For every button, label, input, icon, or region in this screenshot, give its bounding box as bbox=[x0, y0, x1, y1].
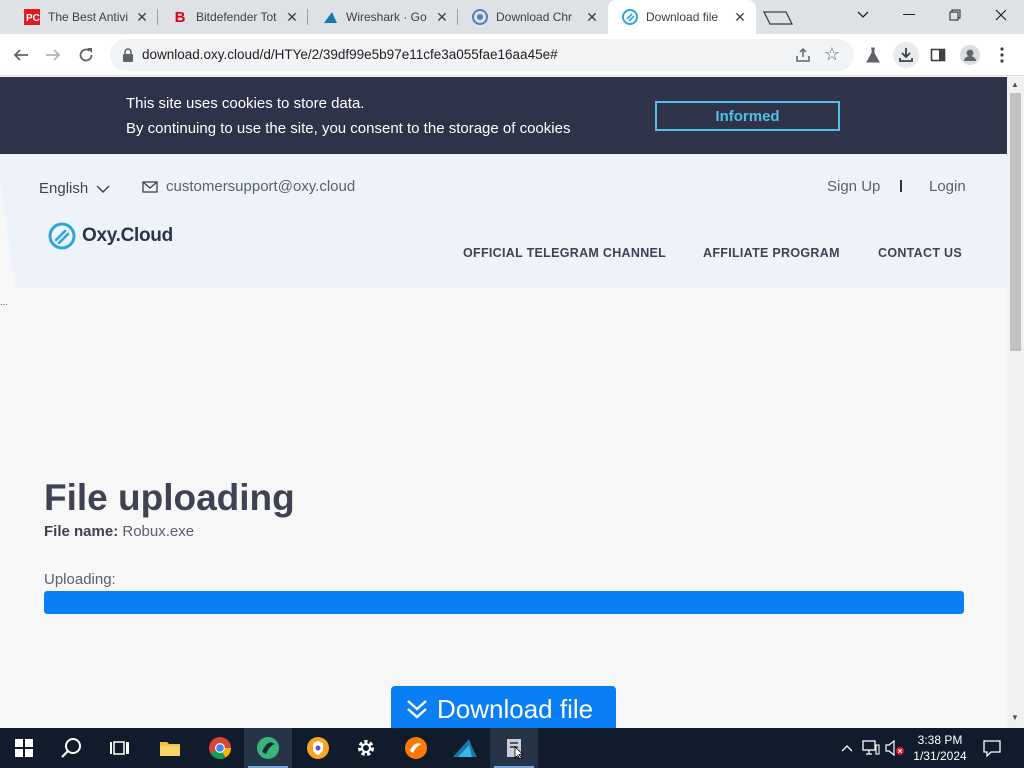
restore-button[interactable] bbox=[932, 0, 978, 30]
envelope-icon bbox=[142, 180, 158, 193]
signup-link[interactable]: Sign Up bbox=[827, 178, 880, 195]
forward-button[interactable] bbox=[40, 42, 66, 68]
system-clock[interactable]: 3:38 PM 1/31/2024 bbox=[906, 732, 974, 764]
chevron-down-icon bbox=[96, 184, 110, 193]
window-close-button[interactable] bbox=[978, 0, 1024, 30]
wireshark-app-icon[interactable] bbox=[441, 728, 489, 768]
site-logo[interactable]: Oxy.Cloud bbox=[48, 222, 173, 250]
page-title: File uploading bbox=[44, 477, 295, 518]
start-icon[interactable] bbox=[0, 728, 48, 768]
side-panel-icon[interactable] bbox=[925, 42, 951, 68]
tab-strip: PC The Best Antivi ✕ B Bitdefender Tot ✕… bbox=[0, 0, 1024, 34]
auth-divider bbox=[900, 180, 902, 192]
tab-download-chrome[interactable]: Download Chr ✕ bbox=[458, 0, 608, 34]
login-link[interactable]: Login bbox=[929, 178, 966, 195]
unknown-app-icon[interactable] bbox=[490, 728, 538, 768]
double-chevron-down-icon bbox=[407, 700, 427, 719]
nav-affiliate-program[interactable]: AFFILIATE PROGRAM bbox=[703, 246, 840, 260]
support-email-text: customersupport@oxy.cloud bbox=[166, 178, 356, 195]
profile-avatar-icon[interactable] bbox=[957, 42, 983, 68]
clock-time: 3:38 PM bbox=[917, 733, 963, 747]
support-email-link[interactable]: customersupport@oxy.cloud bbox=[142, 178, 355, 195]
upload-progress-bar bbox=[44, 591, 964, 614]
close-icon[interactable]: ✕ bbox=[284, 9, 300, 25]
brave-icon[interactable] bbox=[294, 728, 342, 768]
tab-wireshark[interactable]: Wireshark · Go ✕ bbox=[308, 0, 458, 34]
reload-button[interactable] bbox=[73, 42, 99, 68]
chrome-icon[interactable] bbox=[196, 728, 244, 768]
web-page: This site uses cookies to store data. By… bbox=[0, 77, 1007, 728]
svg-text:PC: PC bbox=[26, 13, 40, 24]
header-decor bbox=[0, 154, 15, 288]
tab-search-icon[interactable] bbox=[840, 0, 886, 30]
file-name-label: File name: bbox=[44, 523, 119, 540]
back-button[interactable] bbox=[8, 42, 34, 68]
minimize-button[interactable] bbox=[886, 0, 932, 30]
close-icon[interactable]: ✕ bbox=[584, 9, 600, 25]
language-selector[interactable]: English bbox=[39, 180, 110, 197]
stray-dots: ... bbox=[0, 297, 8, 307]
cookie-text-line2: By continuing to use the site, you conse… bbox=[126, 120, 571, 137]
upload-progress-fill bbox=[44, 591, 964, 614]
download-icon[interactable] bbox=[893, 42, 919, 68]
network-icon[interactable] bbox=[860, 728, 882, 768]
close-icon[interactable]: ✕ bbox=[134, 9, 150, 25]
tray-chevron-up-icon[interactable] bbox=[838, 728, 856, 768]
tab-title: Bitdefender Tot bbox=[196, 10, 277, 24]
notifications-icon[interactable] bbox=[978, 728, 1006, 768]
browser-toolbar: download.oxy.cloud/d/HTYe/2/39df99e5b97e… bbox=[0, 34, 1024, 76]
logo-text: Oxy.Cloud bbox=[82, 225, 173, 246]
nav-telegram-channel[interactable]: OFFICIAL TELEGRAM CHANNEL bbox=[463, 246, 666, 260]
lock-icon[interactable] bbox=[120, 47, 136, 63]
pcmag-icon: PC bbox=[24, 9, 40, 25]
menu-kebab-icon[interactable] bbox=[989, 42, 1015, 68]
tab-bitdefender[interactable]: B Bitdefender Tot ✕ bbox=[158, 0, 308, 34]
oxy-cloud-app-icon[interactable] bbox=[244, 728, 292, 768]
tab-title: Download Chr bbox=[496, 10, 573, 24]
tab-title: Download file bbox=[646, 10, 719, 24]
share-icon[interactable] bbox=[794, 46, 812, 64]
page-scrollbar[interactable]: ▲ ▼ bbox=[1007, 77, 1024, 728]
tab-best-antivirus[interactable]: PC The Best Antivi ✕ bbox=[10, 0, 158, 34]
task-view-icon[interactable] bbox=[96, 728, 144, 768]
language-label: English bbox=[39, 180, 89, 197]
file-explorer-icon[interactable] bbox=[146, 728, 194, 768]
bookmark-star-icon[interactable]: ☆ bbox=[822, 44, 842, 64]
address-bar[interactable]: download.oxy.cloud/d/HTYe/2/39df99e5b97e… bbox=[110, 39, 854, 71]
cookie-text-line1: This site uses cookies to store data. bbox=[126, 95, 365, 112]
close-icon[interactable]: ✕ bbox=[434, 9, 450, 25]
chrome-download-icon bbox=[472, 9, 488, 25]
oxy-cloud-icon bbox=[622, 9, 638, 25]
download-file-label: Download file bbox=[437, 693, 594, 724]
cookie-accept-button[interactable]: Informed bbox=[655, 101, 840, 131]
tab-title: The Best Antivi bbox=[48, 10, 129, 24]
volume-muted-icon[interactable] bbox=[884, 728, 906, 768]
oxy-cloud-logo-icon bbox=[48, 222, 76, 250]
download-file-button[interactable]: Download file bbox=[391, 686, 616, 728]
scrollbar-thumb[interactable] bbox=[1010, 93, 1021, 351]
labs-flask-icon[interactable] bbox=[860, 42, 886, 68]
tab-title: Wireshark · Go bbox=[346, 10, 427, 24]
bitdefender-icon: B bbox=[174, 8, 186, 26]
cookie-banner: This site uses cookies to store data. By… bbox=[0, 77, 1007, 154]
avast-icon[interactable] bbox=[392, 728, 440, 768]
file-name-value: Robux.exe bbox=[122, 523, 195, 540]
windows-taskbar: 3:38 PM 1/31/2024 bbox=[0, 728, 1024, 768]
scroll-down-arrow-icon[interactable]: ▼ bbox=[1011, 713, 1019, 722]
url-text[interactable]: download.oxy.cloud/d/HTYe/2/39df99e5b97e… bbox=[142, 47, 558, 62]
wireshark-icon bbox=[322, 9, 338, 25]
uploading-label: Uploading: bbox=[44, 571, 116, 588]
clock-date: 1/31/2024 bbox=[913, 749, 967, 763]
scroll-up-arrow-icon[interactable]: ▲ bbox=[1011, 80, 1019, 89]
tab-download-file[interactable]: Download file ✕ bbox=[608, 0, 756, 34]
settings-icon[interactable] bbox=[342, 728, 390, 768]
new-tab-button[interactable] bbox=[762, 8, 794, 26]
nav-contact-us[interactable]: CONTACT US bbox=[878, 246, 962, 260]
close-icon[interactable]: ✕ bbox=[732, 9, 748, 25]
search-icon[interactable] bbox=[48, 728, 96, 768]
site-header: English customersupport@oxy.cloud Sign U… bbox=[0, 154, 1007, 288]
file-name-row: File name: Robux.exe bbox=[44, 523, 194, 540]
